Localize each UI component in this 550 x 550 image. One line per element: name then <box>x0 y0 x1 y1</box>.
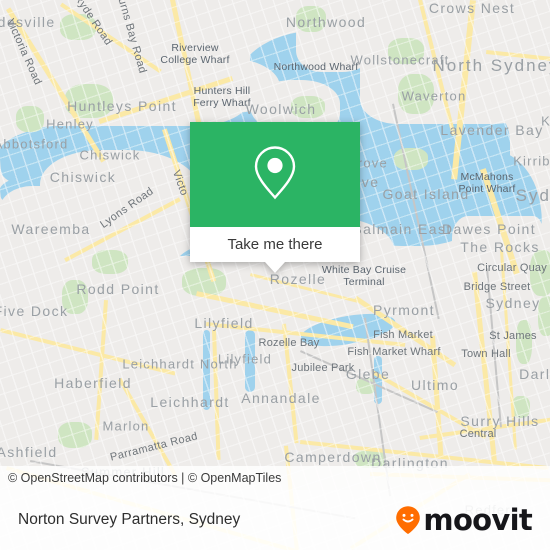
park-waverton <box>398 74 434 114</box>
location-popup-card[interactable]: Take me there <box>190 122 360 273</box>
park-hyde-park <box>516 320 532 364</box>
park-ballast-point <box>394 148 428 170</box>
attribution-text[interactable]: © OpenStreetMap contributors | © OpenMap… <box>0 471 281 485</box>
park-riverside <box>16 106 44 132</box>
park-woolwich <box>291 96 325 118</box>
park-domain <box>538 296 550 336</box>
water-iron-cove-creek <box>245 330 255 392</box>
popup-image-area <box>190 122 360 227</box>
moovit-map-screenshot: adesvilleNorthwoodCrows NestNorth Sydney… <box>0 0 550 550</box>
park-royal-botanic <box>530 250 550 296</box>
moovit-wordmark: moovit <box>423 502 532 537</box>
park-haberfield <box>58 422 92 448</box>
take-me-there-button[interactable]: Take me there <box>190 227 360 262</box>
park-victoria <box>512 396 530 418</box>
land-north-shore <box>360 0 550 124</box>
moovit-logo[interactable]: moovit <box>395 502 533 537</box>
park-rodd-point <box>62 280 88 314</box>
take-me-there-label: Take me there <box>227 236 323 253</box>
moovit-smiley-pin-icon <box>395 505 421 535</box>
water-hawthorne-canal <box>203 330 210 410</box>
map-attribution-bar: © OpenStreetMap contributors | © OpenMap… <box>0 466 550 490</box>
map-pin-icon <box>253 144 297 205</box>
popup-pointer-tail <box>265 262 285 273</box>
park-iron-cove <box>92 250 128 274</box>
location-title: Norton Survey Partners, Sydney <box>18 511 241 528</box>
footer-bar: Norton Survey Partners, Sydney moovit <box>0 490 550 550</box>
park-lane-cove <box>296 6 326 32</box>
park-wollstonecraft <box>388 38 424 64</box>
